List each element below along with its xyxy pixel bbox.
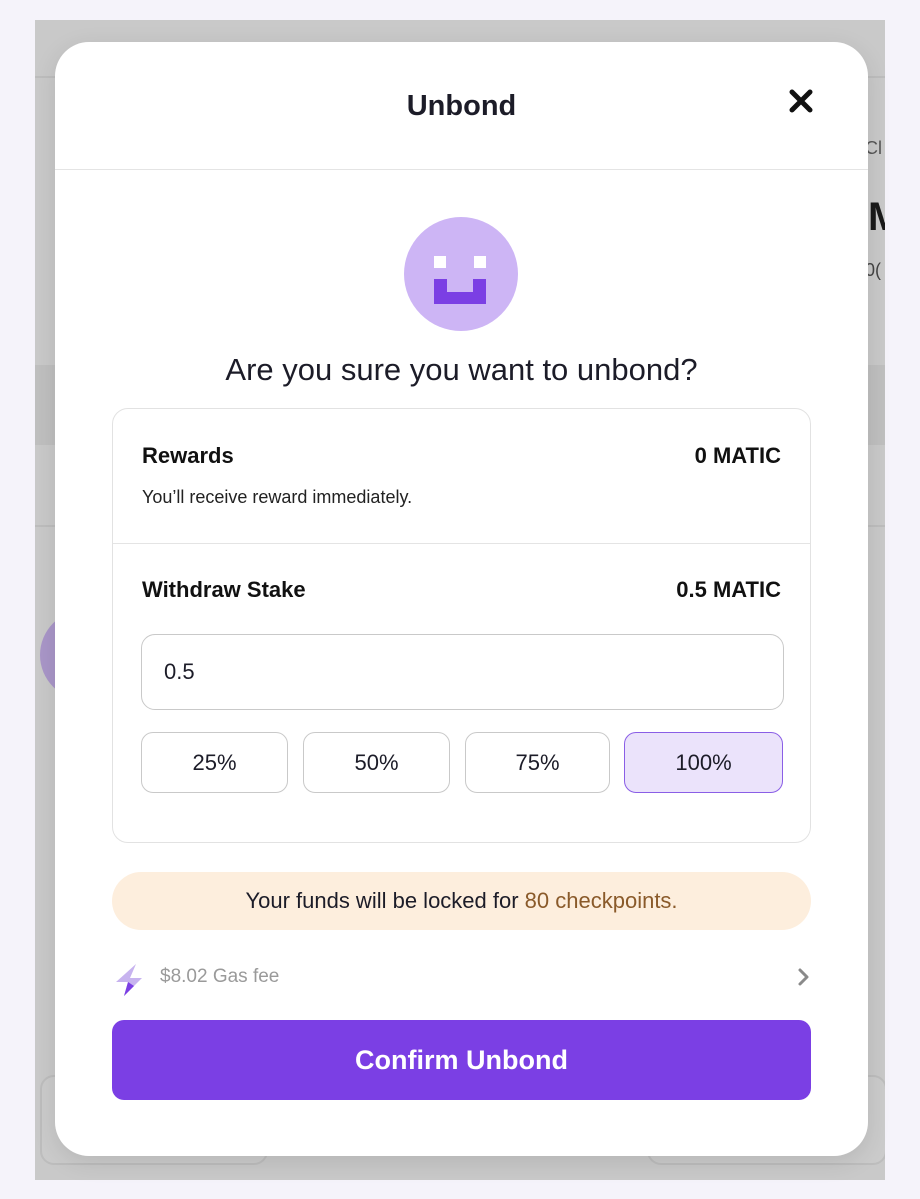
modal-header: Unbond [55, 42, 868, 170]
chevron-right-icon [798, 968, 809, 986]
lightning-icon [116, 964, 142, 996]
withdraw-amount-input[interactable] [141, 634, 784, 710]
rewards-value: 0 MATIC [694, 443, 781, 468]
pixel-smiley-icon [434, 256, 486, 304]
lock-notice-text: Your funds will be locked for [245, 888, 525, 913]
withdraw-stake-label: Withdraw Stake [142, 577, 306, 602]
unbond-modal: Unbond Are you sure you want to unbond? … [55, 42, 868, 1156]
gas-fee-text: $8.02 Gas fee [160, 966, 280, 987]
background-text: M [868, 195, 885, 239]
close-button[interactable] [786, 86, 816, 116]
rewards-note: You’ll receive reward immediately. [142, 487, 413, 507]
modal-title: Unbond [406, 90, 517, 122]
lock-notice-checkpoints: 80 checkpoints. [524, 888, 678, 913]
confirm-unbond-button[interactable]: Confirm Unbond [112, 1020, 811, 1100]
percent-50-button[interactable]: 50% [303, 732, 450, 793]
unbond-details-panel: Rewards 0 MATIC You’ll receive reward im… [112, 408, 811, 843]
percent-100-button[interactable]: 100% [624, 732, 783, 793]
gas-fee-row[interactable]: $8.02 Gas fee [112, 960, 811, 998]
lock-notice: Your funds will be locked for 80 checkpo… [112, 872, 811, 930]
validator-avatar [404, 217, 518, 331]
percent-75-button[interactable]: 75% [465, 732, 610, 793]
panel-divider [113, 543, 810, 544]
confirmation-question: Are you sure you want to unbond? [225, 352, 698, 387]
withdraw-stake-value: 0.5 MATIC [676, 577, 781, 602]
close-icon [789, 89, 813, 113]
percent-25-button[interactable]: 25% [141, 732, 288, 793]
rewards-label: Rewards [142, 443, 234, 468]
